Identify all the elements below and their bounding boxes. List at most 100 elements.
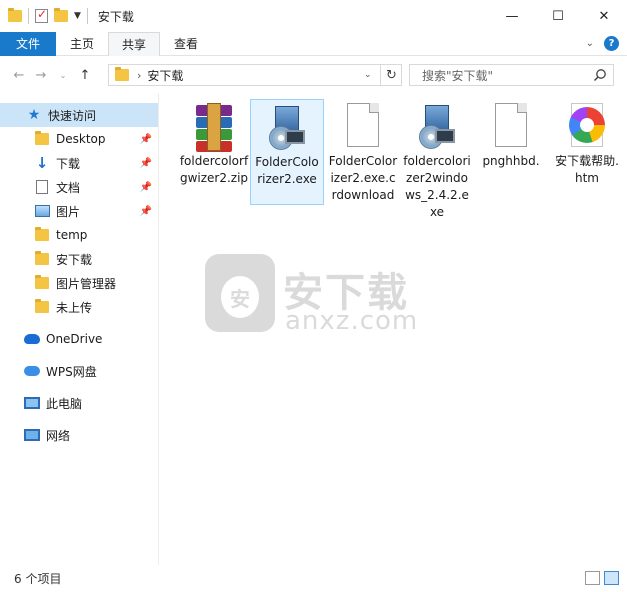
pin-icon[interactable]: 📌: [140, 206, 152, 217]
address-dropdown-icon[interactable]: ⌄: [364, 70, 372, 80]
sidebar-item-desktop[interactable]: Desktop 📌: [0, 127, 158, 151]
navigation-pane: ★ 快速访问 Desktop 📌 ↓ 下载 📌 文档 📌 图片 📌 temp 安…: [0, 93, 159, 565]
installer-icon: [413, 103, 461, 151]
sidebar-item-label: 安下载: [56, 252, 93, 267]
file-name: FolderColorizer2.exe.crdownload: [328, 154, 398, 202]
close-button[interactable]: ✕: [581, 0, 627, 32]
sidebar-item-downloads[interactable]: ↓ 下载 📌: [0, 151, 158, 175]
file-item[interactable]: FolderColorizer2.exe: [250, 99, 324, 205]
network-icon: [24, 427, 40, 443]
blank-file-icon: [339, 103, 387, 151]
sidebar-item-label: 文档: [56, 180, 81, 195]
tab-home[interactable]: 主页: [56, 32, 108, 56]
properties-icon[interactable]: [35, 7, 48, 23]
folder-icon: [115, 67, 129, 81]
sidebar-item-documents[interactable]: 文档 📌: [0, 175, 158, 199]
pin-icon[interactable]: 📌: [140, 158, 152, 169]
file-item[interactable]: foldercolorfgwizer2.zip: [177, 99, 251, 191]
sidebar-item-label: OneDrive: [46, 332, 103, 346]
file-name: foldercolorfgwizer2.zip: [179, 154, 249, 185]
file-item[interactable]: pnghhbd.: [474, 99, 548, 174]
ribbon-expand-icon[interactable]: ⌄: [586, 38, 594, 49]
sidebar-item-wps-cloud[interactable]: WPS网盘: [0, 359, 158, 383]
quick-access-dropdown-icon[interactable]: ▼: [74, 11, 81, 21]
sidebar-item-network[interactable]: 网络: [0, 423, 158, 447]
sidebar-item-label: 此电脑: [46, 396, 83, 411]
item-count: 6 个项目: [14, 572, 62, 586]
sidebar-item-temp[interactable]: temp: [0, 223, 158, 247]
navigation-bar: ← → ⌄ ↑ › 安下载 ⌄ ↻ 搜索"安下载": [0, 57, 627, 93]
search-icon[interactable]: [593, 68, 607, 82]
details-view-icon[interactable]: [585, 571, 600, 585]
up-icon[interactable]: ↑: [74, 68, 96, 83]
maximize-button[interactable]: ☐: [535, 0, 581, 32]
large-icons-view-icon[interactable]: [604, 571, 619, 585]
file-name: 安下载帮助.htm: [555, 154, 619, 185]
minimize-button[interactable]: —: [489, 0, 535, 32]
address-bar[interactable]: › 安下载: [108, 64, 402, 86]
new-folder-icon[interactable]: [54, 8, 68, 22]
sidebar-item-label: 下载: [56, 156, 81, 171]
sidebar-item-image-manager[interactable]: 图片管理器: [0, 271, 158, 295]
tab-share[interactable]: 共享: [108, 31, 160, 56]
sidebar-item-label: Desktop: [56, 132, 106, 146]
sidebar-item-this-pc[interactable]: 此电脑: [0, 391, 158, 415]
refresh-icon[interactable]: ↻: [380, 64, 402, 86]
sidebar-item-label: temp: [56, 228, 88, 242]
tab-file[interactable]: 文件: [0, 31, 56, 56]
sidebar-item-quick-access[interactable]: ★ 快速访问: [0, 103, 158, 127]
onedrive-icon: [24, 331, 40, 347]
title-bar: ▼ 安下载 — ☐ ✕: [0, 0, 627, 32]
ribbon-tabs: 文件 主页 共享 查看 ⌄ ?: [0, 31, 627, 56]
help-icon[interactable]: ?: [604, 36, 619, 51]
download-icon: ↓: [35, 154, 49, 172]
back-icon[interactable]: ←: [8, 68, 30, 83]
tab-view[interactable]: 查看: [160, 32, 212, 56]
folder-icon: [34, 275, 50, 291]
computer-icon: [24, 395, 40, 411]
watermark-domain: anxz.com: [285, 306, 419, 336]
folder-icon: [34, 131, 50, 147]
search-placeholder: 搜索"安下载": [422, 68, 494, 83]
sidebar-item-label: 图片管理器: [56, 276, 117, 291]
file-name: FolderColorizer2.exe: [255, 155, 319, 186]
breadcrumb-chevron-icon[interactable]: ›: [137, 69, 141, 82]
sidebar-item-pictures[interactable]: 图片 📌: [0, 199, 158, 223]
sidebar-item-onedrive[interactable]: OneDrive: [0, 327, 158, 351]
watermark-logo: 安 安下载 anxz.com: [205, 254, 425, 338]
installer-icon: [263, 104, 311, 152]
winrar-archive-icon: [190, 103, 238, 152]
pin-icon[interactable]: 📌: [140, 134, 152, 145]
sidebar-item-anxiazai[interactable]: 安下载: [0, 247, 158, 271]
file-item[interactable]: FolderColorizer2.exe.crdownload: [326, 99, 400, 208]
star-icon: ★: [27, 107, 41, 123]
sidebar-item-label: 图片: [56, 204, 81, 219]
recent-locations-icon[interactable]: ⌄: [52, 71, 74, 80]
search-input[interactable]: 搜索"安下载": [409, 64, 614, 86]
divider: [28, 8, 29, 24]
sidebar-item-label: WPS网盘: [46, 364, 97, 379]
folder-icon: [8, 8, 22, 22]
breadcrumb[interactable]: 安下载: [147, 67, 183, 84]
divider: [86, 8, 88, 24]
file-item[interactable]: 安下载帮助.htm: [550, 99, 624, 191]
sidebar-item-label: 网络: [46, 428, 71, 443]
chromium-html-icon: [563, 103, 611, 151]
wps-cloud-icon: [24, 363, 40, 379]
blank-file-icon: [487, 103, 535, 151]
folder-icon: [34, 251, 50, 267]
sidebar-item-not-uploaded[interactable]: 未上传: [0, 295, 158, 319]
sidebar-item-label: 未上传: [56, 300, 93, 315]
window-title: 安下载: [97, 9, 134, 24]
document-icon: [34, 179, 50, 195]
sidebar-item-label: 快速访问: [48, 108, 97, 123]
pictures-icon: [34, 203, 50, 219]
shield-icon: 安: [205, 254, 275, 332]
file-name: pnghhbd.: [482, 154, 540, 168]
pin-icon[interactable]: 📌: [140, 182, 152, 193]
folder-icon: [34, 227, 50, 243]
forward-icon[interactable]: →: [30, 68, 52, 83]
status-bar: 6 个项目: [0, 565, 627, 592]
file-item[interactable]: foldercolorizer2windows_2.4.2.exe: [400, 99, 474, 225]
file-name: foldercolorizer2windows_2.4.2.exe: [403, 154, 471, 219]
